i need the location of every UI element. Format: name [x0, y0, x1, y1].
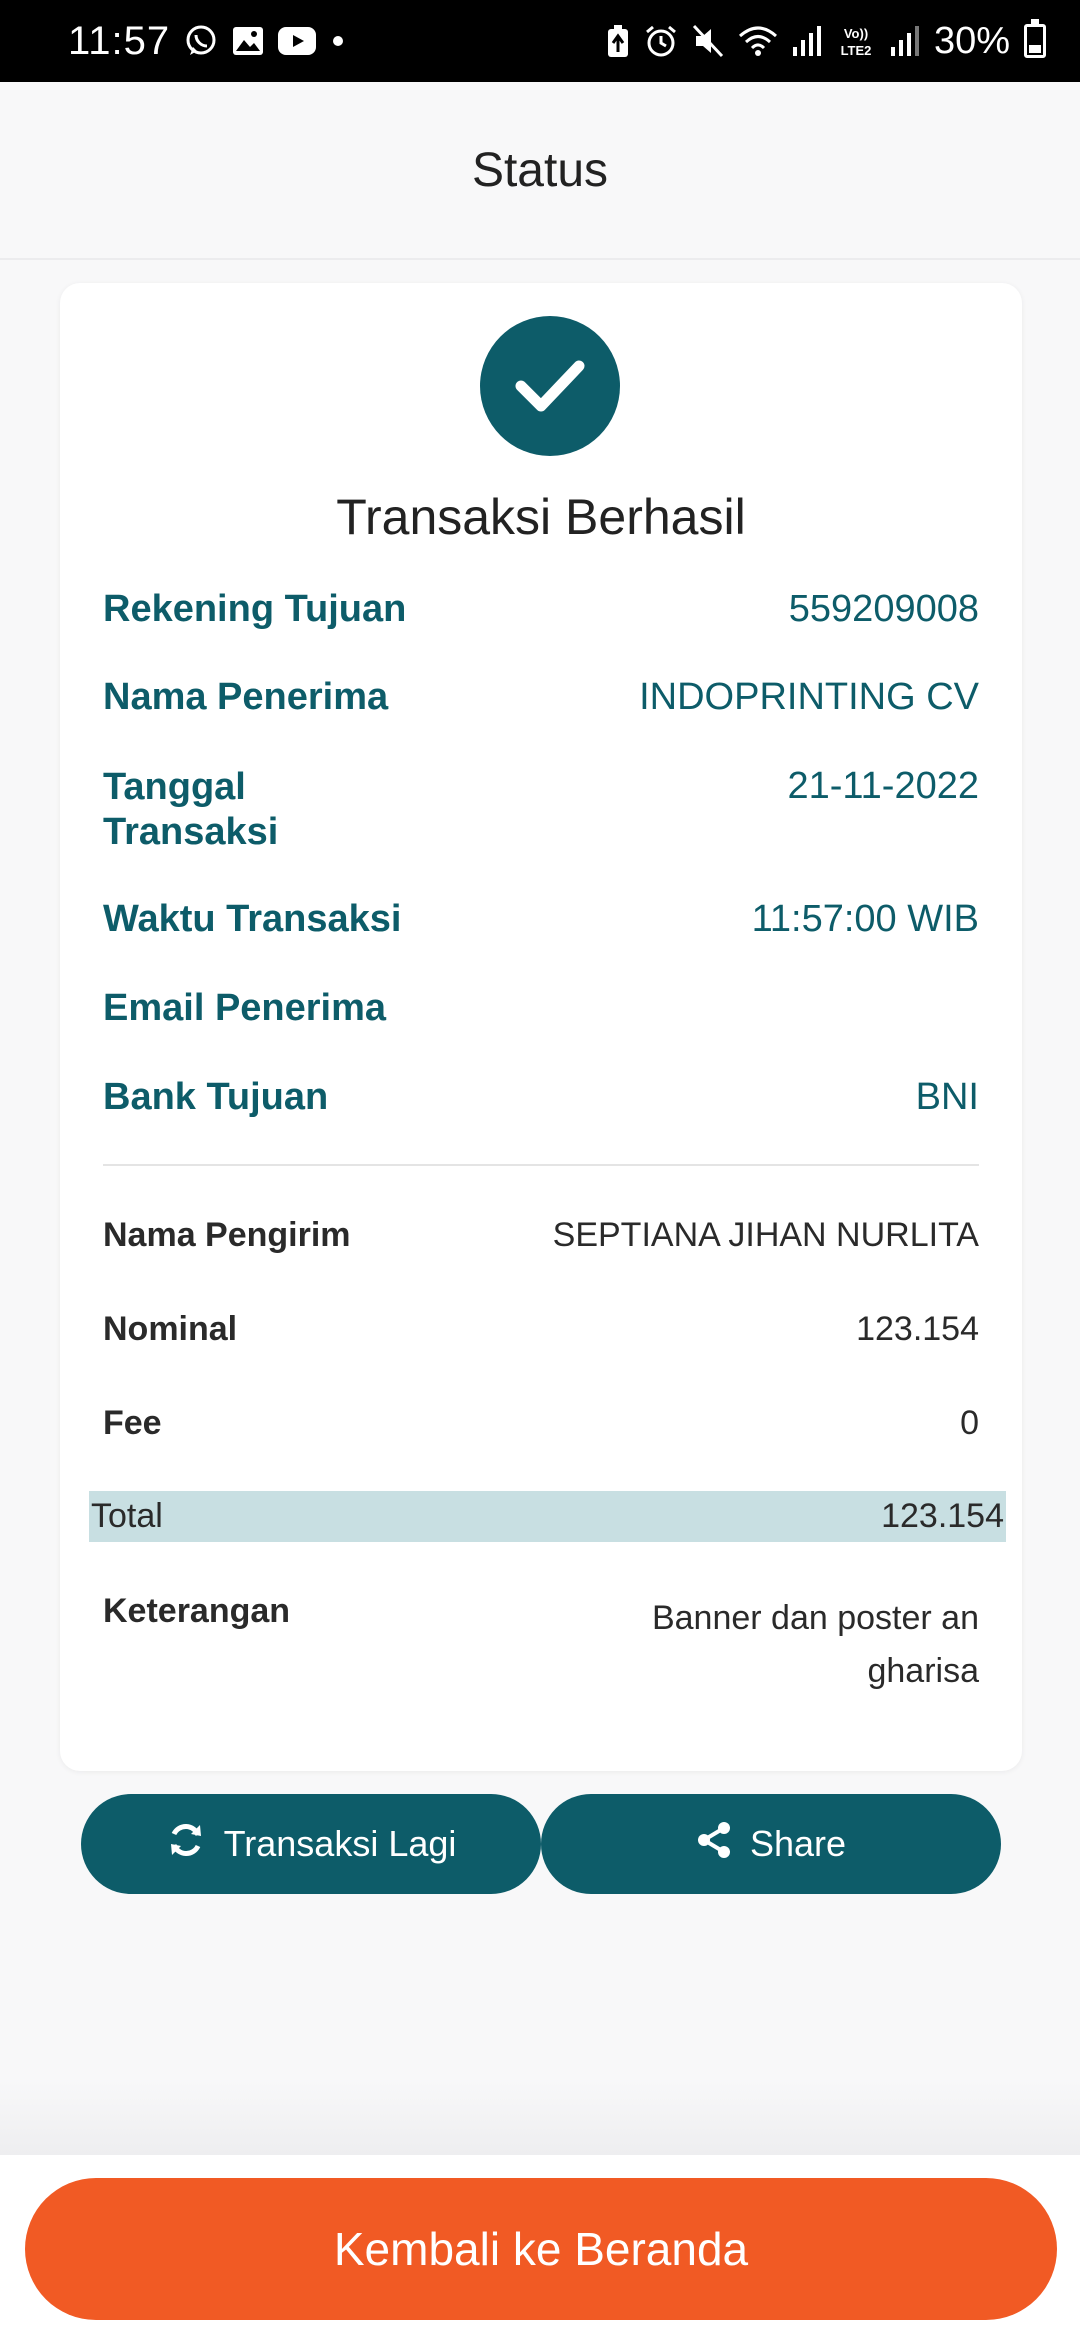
summary-value: 0	[960, 1404, 979, 1442]
detail-label: Nama Penerima	[103, 676, 389, 718]
total-row: Total 123.154	[89, 1491, 1006, 1542]
battery-saver-icon	[606, 24, 630, 58]
app-bar: Status	[0, 82, 1080, 260]
page-title: Status	[471, 143, 609, 197]
divider	[103, 1164, 979, 1166]
detail-label: Rekening Tujuan	[103, 588, 407, 630]
dot-icon	[330, 33, 346, 49]
battery-icon	[1024, 19, 1046, 58]
refresh-icon	[166, 1820, 206, 1869]
detail-row-tanggal: Tanggal Transaksi 21-11-2022	[103, 765, 979, 855]
total-label: Total	[91, 1497, 163, 1535]
battery-percent: 30%	[933, 19, 1010, 62]
mute-icon	[692, 24, 724, 58]
note-label: Keterangan	[103, 1592, 291, 1630]
detail-value: 21-11-2022	[787, 765, 979, 807]
wifi-icon	[738, 24, 778, 58]
note-row: Keterangan Banner dan poster an gharisa	[103, 1592, 979, 1698]
transaction-card: Transaksi Berhasil Rekening Tujuan 55920…	[60, 283, 1022, 1771]
detail-row-nama-penerima: Nama Penerima INDOPRINTING CV	[103, 676, 979, 719]
share-button[interactable]: Share	[541, 1794, 1001, 1894]
summary-label: Fee	[103, 1404, 162, 1442]
detail-label: Waktu Transaksi	[103, 898, 402, 940]
status-bar: 11:57 Vo)) LTE2 30%	[0, 0, 1080, 82]
summary-value: SEPTIANA JIHAN NURLITA	[552, 1216, 979, 1254]
detail-value: BNI	[915, 1076, 979, 1118]
check-icon	[480, 316, 620, 456]
alarm-icon	[644, 24, 678, 58]
summary-label: Nominal	[103, 1310, 238, 1348]
whatsapp-icon	[184, 24, 218, 58]
signal-icon	[890, 25, 920, 57]
status-time: 11:57	[68, 18, 171, 63]
detail-value: 559209008	[788, 588, 979, 630]
detail-row-email: Email Penerima	[103, 987, 979, 1030]
detail-label: Email Penerima	[103, 987, 387, 1029]
detail-label: Tanggal Transaksi	[103, 766, 279, 853]
svg-text:LTE2: LTE2	[841, 43, 872, 58]
summary-row-nominal: Nominal 123.154	[103, 1310, 979, 1349]
share-label: Share	[749, 1823, 847, 1864]
summary-row-pengirim: Nama Pengirim SEPTIANA JIHAN NURLITA	[103, 1216, 979, 1255]
transaksi-lagi-button[interactable]: Transaksi Lagi	[81, 1794, 541, 1894]
signal-icon	[792, 25, 822, 57]
detail-value: INDOPRINTING CV	[639, 676, 979, 718]
transaksi-lagi-label: Transaksi Lagi	[223, 1823, 457, 1864]
note-value: Banner dan poster an gharisa	[651, 1599, 979, 1690]
detail-label: Bank Tujuan	[103, 1076, 329, 1118]
svg-text:Vo)): Vo))	[844, 26, 868, 41]
detail-row-bank: Bank Tujuan BNI	[103, 1076, 979, 1119]
summary-label: Nama Pengirim	[103, 1216, 351, 1254]
kembali-ke-beranda-button[interactable]: Kembali ke Beranda	[25, 2178, 1057, 2320]
detail-row-rekening: Rekening Tujuan 559209008	[103, 588, 979, 631]
detail-value: 11:57:00 WIB	[751, 898, 979, 940]
total-value: 123.154	[881, 1497, 1004, 1535]
summary-value: 123.154	[856, 1310, 979, 1348]
volte-icon: Vo)) LTE2	[836, 24, 876, 58]
detail-row-waktu: Waktu Transaksi 11:57:00 WIB	[103, 898, 979, 941]
bottom-fade	[0, 2080, 1080, 2155]
transaction-status-title: Transaksi Berhasil	[336, 489, 746, 545]
youtube-icon	[278, 27, 317, 55]
summary-row-fee: Fee 0	[103, 1404, 979, 1443]
share-icon	[696, 1821, 732, 1868]
gallery-icon	[232, 26, 264, 56]
